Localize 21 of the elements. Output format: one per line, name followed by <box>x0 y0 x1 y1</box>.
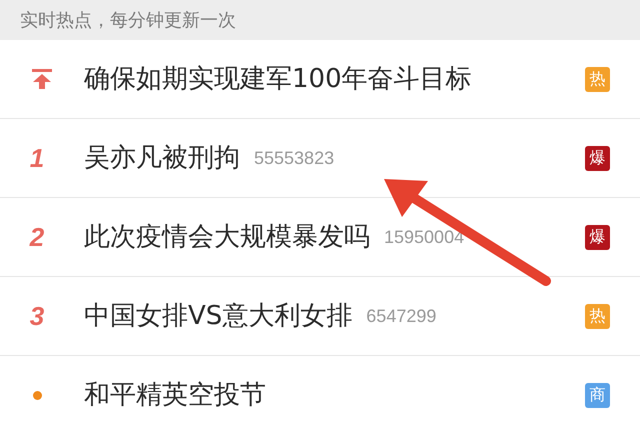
topic-title: 确保如期实现建军100年奋斗目标 <box>84 62 472 96</box>
header-text: 实时热点，每分钟更新一次 <box>20 8 236 32</box>
heat-count: 15950004 <box>384 226 464 248</box>
badge-label: 热 <box>585 304 610 328</box>
badge-label: 爆 <box>585 224 610 250</box>
heat-count: 6547299 <box>366 304 436 328</box>
topic-title: 吴亦凡被刑拘 <box>84 142 240 174</box>
badge-label: 爆 <box>585 146 610 170</box>
hot-search-row[interactable]: 确保如期实现建军100年奋斗目标 热 <box>0 40 640 119</box>
badge-label: 商 <box>585 382 610 408</box>
badge-label: 热 <box>585 66 610 92</box>
hot-search-row[interactable]: 和平精英空投节 商 <box>0 356 640 427</box>
topic-title: 此次疫情会大规模暴发吗 <box>84 220 370 254</box>
rank-number: 3 <box>30 300 44 332</box>
topic-title: 中国女排VS意大利女排 <box>84 300 352 332</box>
hot-search-row[interactable]: 3 中国女排VS意大利女排 6547299 热 <box>0 277 640 356</box>
pinned-top-icon <box>31 68 53 90</box>
heat-count: 55553823 <box>254 146 334 170</box>
rank-number: 1 <box>30 142 44 174</box>
rank-number: 2 <box>30 220 44 254</box>
topic-title: 和平精英空投节 <box>84 378 266 412</box>
